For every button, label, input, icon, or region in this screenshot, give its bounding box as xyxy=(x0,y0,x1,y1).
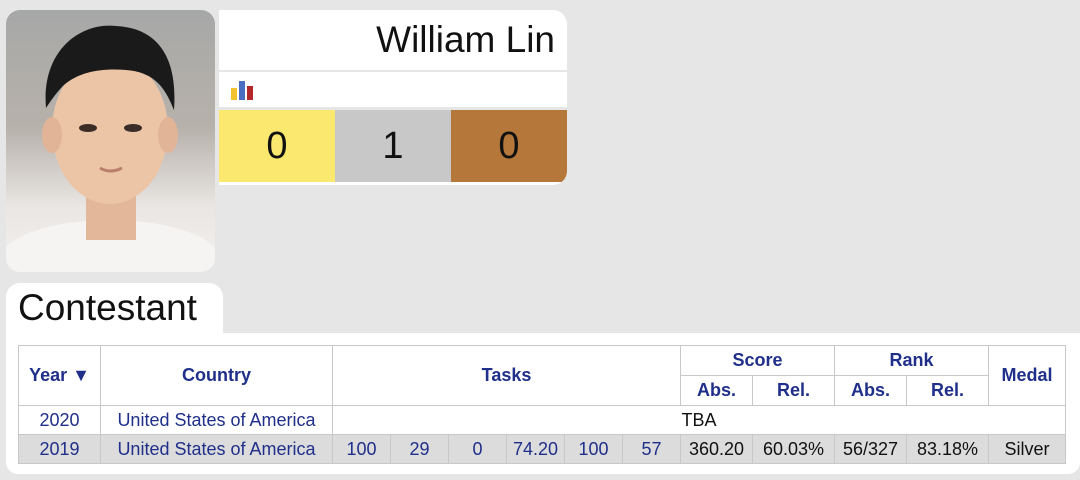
task-score-4[interactable]: 74.20 xyxy=(506,434,565,464)
score-abs-header: Abs. xyxy=(680,375,754,406)
chart-icon-row xyxy=(219,72,567,110)
country-column-header[interactable]: Country xyxy=(100,345,333,406)
score-column-header: Score xyxy=(680,345,836,376)
gold-medal-count: 0 xyxy=(219,110,335,182)
task-score-5[interactable]: 100 xyxy=(564,434,623,464)
bar-chart-icon-bar-gold xyxy=(231,87,237,100)
section-title: Contestant xyxy=(18,287,197,328)
profile-card: William Lin 0 1 0 xyxy=(219,10,567,185)
table-header-row: Year ▼ Country Tasks Score Rank Medal xyxy=(18,345,1067,406)
year-link[interactable]: 2019 xyxy=(18,434,101,464)
rank-abs-header[interactable]: Abs. xyxy=(834,375,908,406)
medal-count-row: 0 1 0 xyxy=(219,110,567,182)
score-abs-cell: 360.20 xyxy=(680,434,754,464)
silver-medal-count: 1 xyxy=(335,110,451,182)
medal-cell: Silver xyxy=(988,434,1067,464)
rank-abs-cell: 56/327 xyxy=(834,434,908,464)
task-score-1[interactable]: 100 xyxy=(332,434,391,464)
country-link[interactable]: United States of America xyxy=(100,434,333,464)
year-column-header[interactable]: Year ▼ xyxy=(18,345,101,406)
year-link[interactable]: 2020 xyxy=(18,405,101,435)
task-score-6[interactable]: 57 xyxy=(621,434,682,464)
bar-chart-icon-bar-red xyxy=(247,85,253,100)
table-row: 2020 United States of America TBA xyxy=(18,405,1067,435)
rank-column-header: Rank xyxy=(834,345,990,376)
table-row: 2019 United States of America 100 29 0 7… xyxy=(18,434,1067,464)
score-rel-cell: 60.03% xyxy=(752,434,836,464)
results-table: Year ▼ Country Tasks Score Rank Medal Ab… xyxy=(18,345,1067,464)
rank-rel-header[interactable]: Rel. xyxy=(906,375,990,406)
bronze-medal-count: 0 xyxy=(451,110,567,182)
contestant-photo xyxy=(6,10,215,272)
contestant-name-row: William Lin xyxy=(219,10,567,72)
medal-column-header[interactable]: Medal xyxy=(988,345,1067,406)
task-score-2[interactable]: 29 xyxy=(390,434,449,464)
contestant-name: William Lin xyxy=(376,19,555,60)
score-rel-header[interactable]: Rel. xyxy=(752,375,836,406)
country-link[interactable]: United States of America xyxy=(100,405,333,435)
tba-cell: TBA xyxy=(331,405,1067,435)
bar-chart-icon-bar-blue xyxy=(239,80,245,100)
bar-chart-icon[interactable] xyxy=(231,80,253,100)
contestant-photo-image xyxy=(6,25,215,272)
rank-rel-cell: 83.18% xyxy=(906,434,990,464)
task-score-3[interactable]: 0 xyxy=(448,434,507,464)
tasks-column-header: Tasks xyxy=(331,345,682,406)
